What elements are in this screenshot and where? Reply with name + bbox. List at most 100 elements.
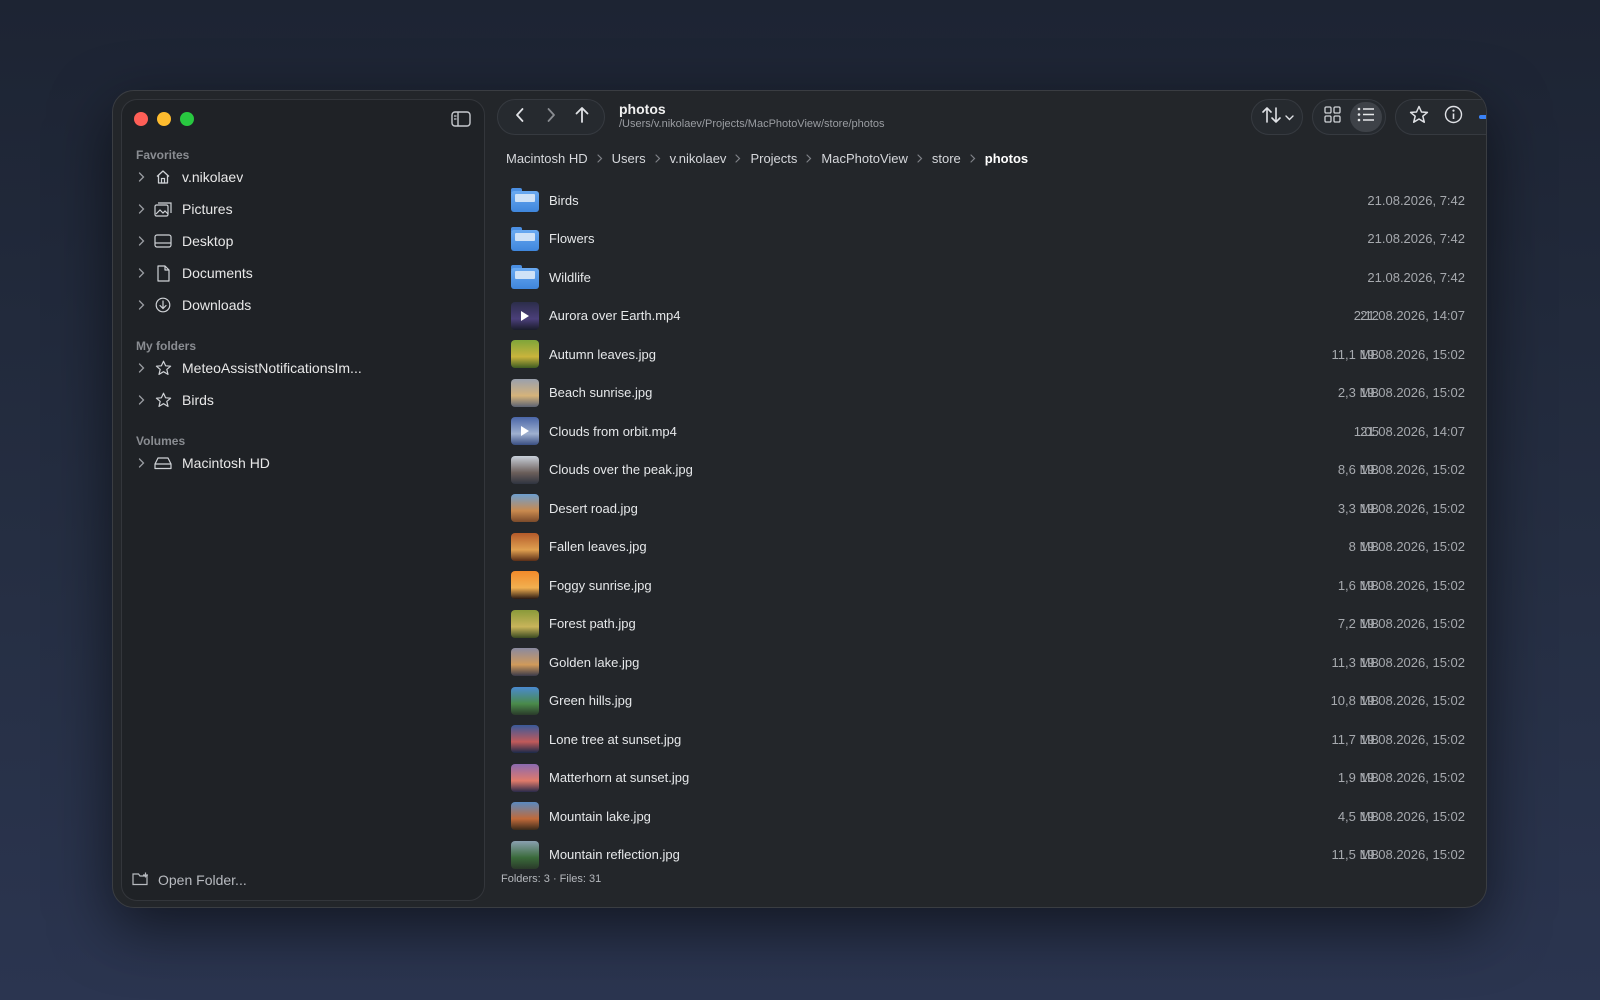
breadcrumb-item[interactable]: photos xyxy=(985,151,1028,166)
sidebar-item-label: Downloads xyxy=(182,297,252,313)
favorite-button[interactable] xyxy=(1404,102,1433,132)
file-row[interactable]: Aurora over Earth.mp4 2:12 21.08.2026, 14:… xyxy=(505,297,1475,336)
file-row[interactable] xyxy=(505,874,1475,875)
file-row[interactable]: Golden lake.jpg 11,3 MB 19.08.2026, 15:02 xyxy=(505,643,1475,682)
chevron-right-icon[interactable] xyxy=(130,236,152,246)
video-thumbnail xyxy=(511,417,539,446)
file-row[interactable]: Autumn leaves.jpg 11,1 MB 19.08.2026, 15:0… xyxy=(505,335,1475,374)
sidebar-item[interactable]: Macintosh HD xyxy=(130,449,476,477)
image-thumbnail xyxy=(511,763,539,792)
file-date: 21.08.2026, 7:42 xyxy=(1367,192,1465,208)
minimize-window-button[interactable] xyxy=(157,112,171,126)
file-date: 19.08.2026, 15:02 xyxy=(1360,693,1465,709)
image-thumbnail xyxy=(511,571,539,600)
image-thumbnail xyxy=(511,840,539,869)
close-window-button[interactable] xyxy=(134,112,148,126)
sidebar-item-label: Pictures xyxy=(182,201,233,217)
image-thumbnail xyxy=(511,802,539,831)
list-view-button[interactable] xyxy=(1349,102,1382,132)
chevron-right-icon[interactable] xyxy=(130,300,152,310)
zoom-slider-fill xyxy=(1478,115,1486,119)
file-row[interactable]: Mountain lake.jpg 4,5 MB 19.08.2026, 15:02 xyxy=(505,797,1475,836)
info-icon xyxy=(1444,105,1463,129)
up-folder-button[interactable] xyxy=(568,103,596,131)
video-thumbnail xyxy=(511,301,539,330)
sidebar-item-label: Documents xyxy=(182,265,253,281)
folder-icon xyxy=(511,226,539,251)
chevron-right-icon[interactable] xyxy=(130,268,152,278)
file-row[interactable]: Wildlife 21.08.2026, 7:42 xyxy=(505,258,1475,297)
file-date: 19.08.2026, 15:02 xyxy=(1360,654,1465,670)
file-date: 19.08.2026, 15:02 xyxy=(1360,462,1465,478)
chevron-down-icon xyxy=(1284,108,1294,126)
file-row[interactable]: Green hills.jpg 10,8 MB 19.08.2026, 15:02 xyxy=(505,682,1475,721)
sidebar-section-title: Volumes xyxy=(136,434,186,448)
breadcrumb-item[interactable]: Users xyxy=(612,151,646,166)
back-button[interactable] xyxy=(506,103,534,131)
file-date: 19.08.2026, 15:02 xyxy=(1360,500,1465,516)
breadcrumb-separator-icon xyxy=(597,152,603,166)
breadcrumb-item[interactable]: v.nikolaev xyxy=(670,151,727,166)
file-row[interactable]: Beach sunrise.jpg 2,3 MB 19.08.2026, 15:02 xyxy=(505,374,1475,413)
image-thumbnail xyxy=(511,455,539,484)
open-folder-button[interactable]: Open Folder... xyxy=(132,868,247,892)
file-date: 19.08.2026, 15:02 xyxy=(1360,346,1465,362)
grid-icon xyxy=(1324,106,1341,128)
image-thumbnail xyxy=(511,532,539,561)
star-icon xyxy=(152,391,174,409)
chevron-right-icon[interactable] xyxy=(130,172,152,182)
file-row[interactable]: Flowers 21.08.2026, 7:42 xyxy=(505,220,1475,259)
chevron-right-icon[interactable] xyxy=(130,458,152,468)
chevron-right-icon[interactable] xyxy=(130,363,152,373)
file-row[interactable]: Mountain reflection.jpg 11,5 MB 19.08.2026… xyxy=(505,836,1475,875)
chevron-left-icon xyxy=(514,107,526,128)
window-title: photos xyxy=(619,101,666,117)
sort-button[interactable] xyxy=(1251,99,1303,135)
sidebar-item[interactable]: Documents xyxy=(130,259,476,287)
file-row[interactable]: Forest path.jpg 7,2 MB 19.08.2026, 15:02 xyxy=(505,605,1475,644)
info-button[interactable] xyxy=(1439,102,1468,132)
sidebar-item[interactable]: Downloads xyxy=(130,291,476,319)
file-date: 19.08.2026, 15:02 xyxy=(1360,385,1465,401)
forward-button[interactable] xyxy=(537,103,565,131)
file-row[interactable]: Clouds from orbit.mp4 1:05 21.08.2026, 14:… xyxy=(505,412,1475,451)
file-date: 19.08.2026, 15:02 xyxy=(1360,539,1465,555)
sidebar-item[interactable]: v.nikolaev xyxy=(130,163,476,191)
sidebar-item[interactable]: Desktop xyxy=(130,227,476,255)
breadcrumb-item[interactable]: Projects xyxy=(750,151,797,166)
breadcrumb: Macintosh HD Users v.nikolaev Projects MacPh… xyxy=(506,151,1028,166)
home-icon xyxy=(152,168,174,186)
zoom-slider[interactable] xyxy=(1478,105,1486,129)
breadcrumb-separator-icon xyxy=(917,152,923,166)
breadcrumb-item[interactable]: Macintosh HD xyxy=(506,151,588,166)
window-controls xyxy=(134,112,194,126)
file-row[interactable]: Lone tree at sunset.jpg 11,7 MB 19.08.2026… xyxy=(505,720,1475,759)
sidebar-item[interactable]: MeteoAssistNotificationsIm... xyxy=(130,354,476,382)
file-row[interactable]: Birds 21.08.2026, 7:42 xyxy=(505,181,1475,220)
file-date: 19.08.2026, 15:02 xyxy=(1360,808,1465,824)
star-icon xyxy=(1409,105,1429,129)
zoom-window-button[interactable] xyxy=(180,112,194,126)
grid-view-button[interactable] xyxy=(1317,102,1349,132)
chevron-right-icon[interactable] xyxy=(130,204,152,214)
image-thumbnail xyxy=(511,609,539,638)
file-row[interactable]: Clouds over the peak.jpg 8,6 MB 19.08.2026… xyxy=(505,451,1475,490)
chevron-right-icon[interactable] xyxy=(130,395,152,405)
navigation-group xyxy=(497,99,605,135)
sidebar-item[interactable]: Birds xyxy=(130,386,476,414)
sidebar-item-label: Birds xyxy=(182,392,214,408)
file-row[interactable]: Matterhorn at sunset.jpg 1,9 MB 19.08.2026… xyxy=(505,759,1475,798)
file-row[interactable]: Fallen leaves.jpg 8 MB 19.08.2026, 15:02 xyxy=(505,528,1475,567)
file-date: 19.08.2026, 15:02 xyxy=(1360,577,1465,593)
sidebar-section-title: My folders xyxy=(136,339,197,353)
sidebar-toggle-icon[interactable] xyxy=(450,110,472,128)
arrow-up-icon xyxy=(575,106,589,129)
file-row[interactable]: Foggy sunrise.jpg 1,6 MB 19.08.2026, 15:02 xyxy=(505,566,1475,605)
file-date: 21.08.2026, 14:07 xyxy=(1360,423,1465,439)
finder-window: Favorites v.nikolaev Pictures Desktop Docume… xyxy=(112,90,1487,908)
breadcrumb-item[interactable]: store xyxy=(932,151,961,166)
breadcrumb-item[interactable]: MacPhotoView xyxy=(821,151,907,166)
file-row[interactable]: Desert road.jpg 3,3 MB 19.08.2026, 15:02 xyxy=(505,489,1475,528)
folder-plus-icon xyxy=(132,872,150,889)
sidebar-item[interactable]: Pictures xyxy=(130,195,476,223)
